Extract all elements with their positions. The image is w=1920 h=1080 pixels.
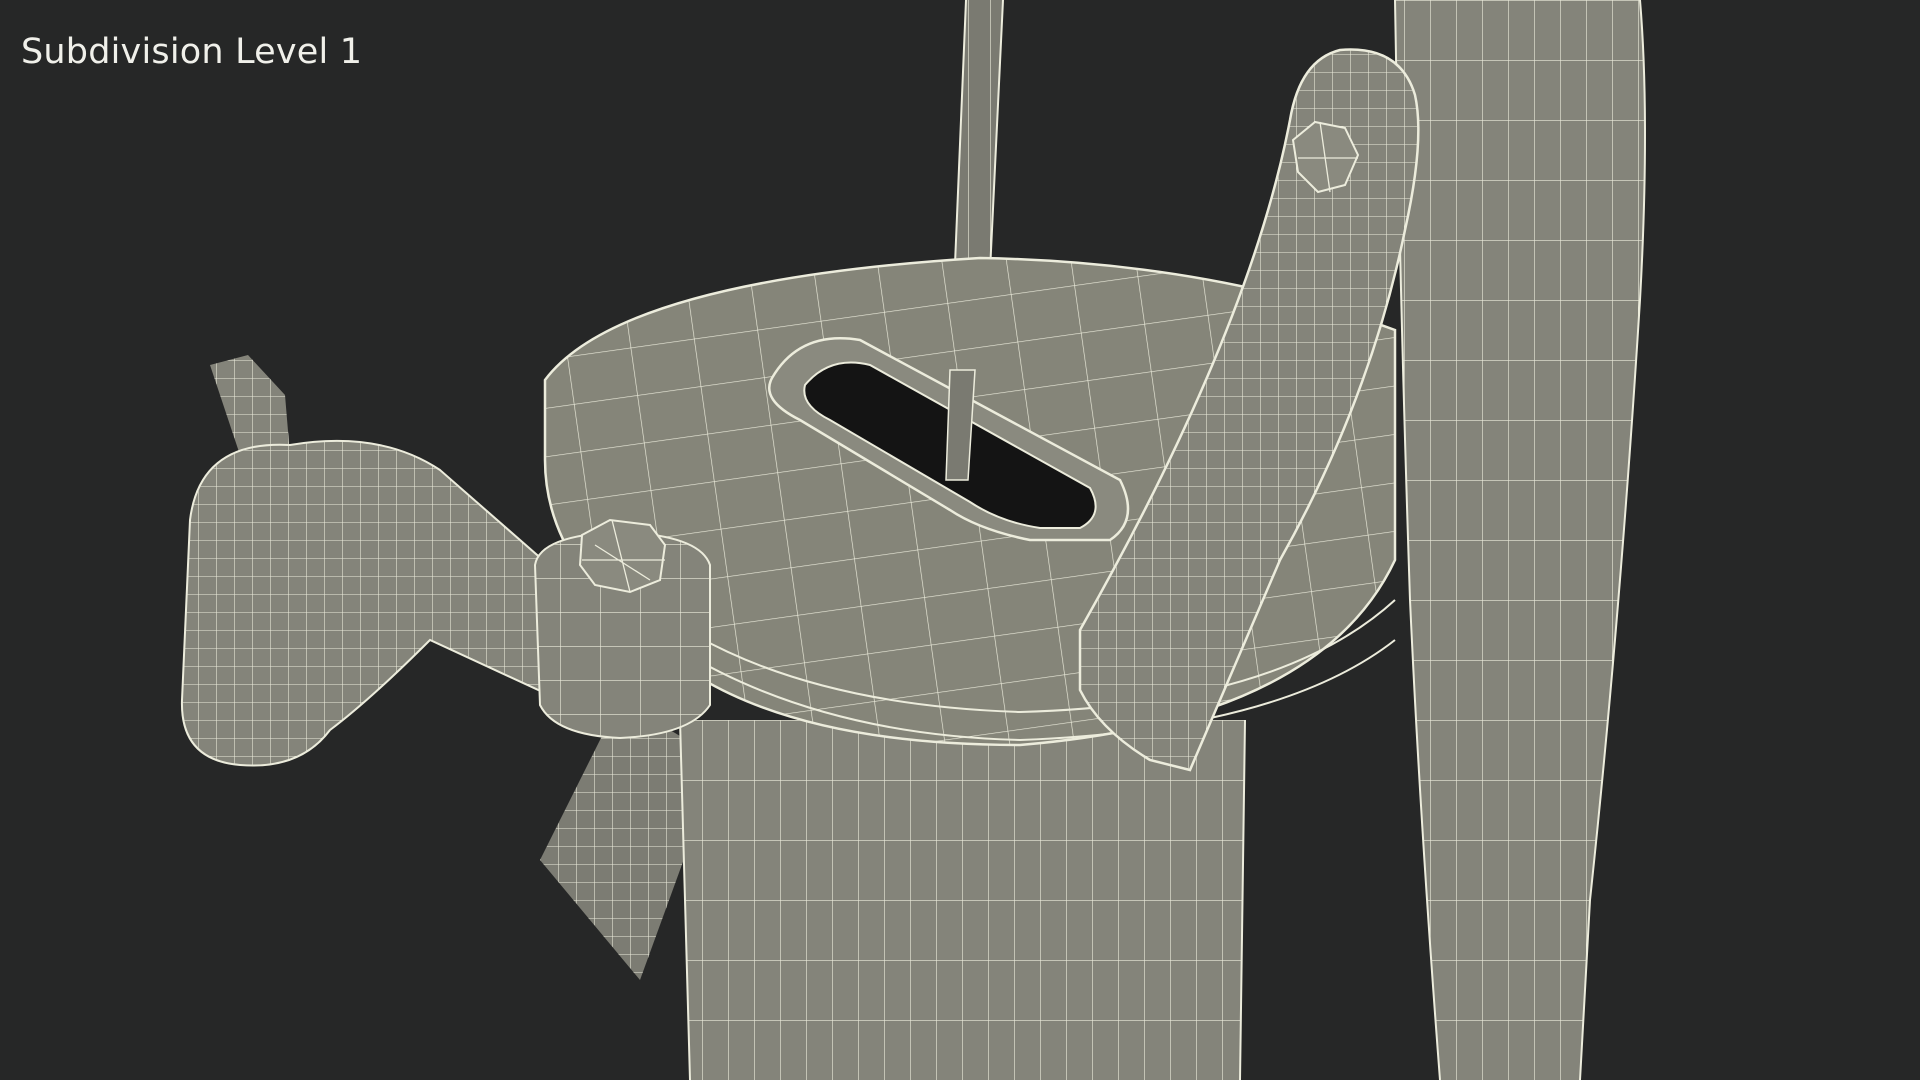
pump-handle — [1394, 0, 1646, 1080]
render-viewport[interactable]: Subdivision Level 1 — [0, 0, 1920, 1080]
wireframe-render — [180, 0, 1646, 1080]
subdivision-level-caption: Subdivision Level 1 — [21, 32, 363, 72]
pump-cylinder — [679, 719, 1246, 1080]
bolt-boss — [533, 518, 711, 740]
